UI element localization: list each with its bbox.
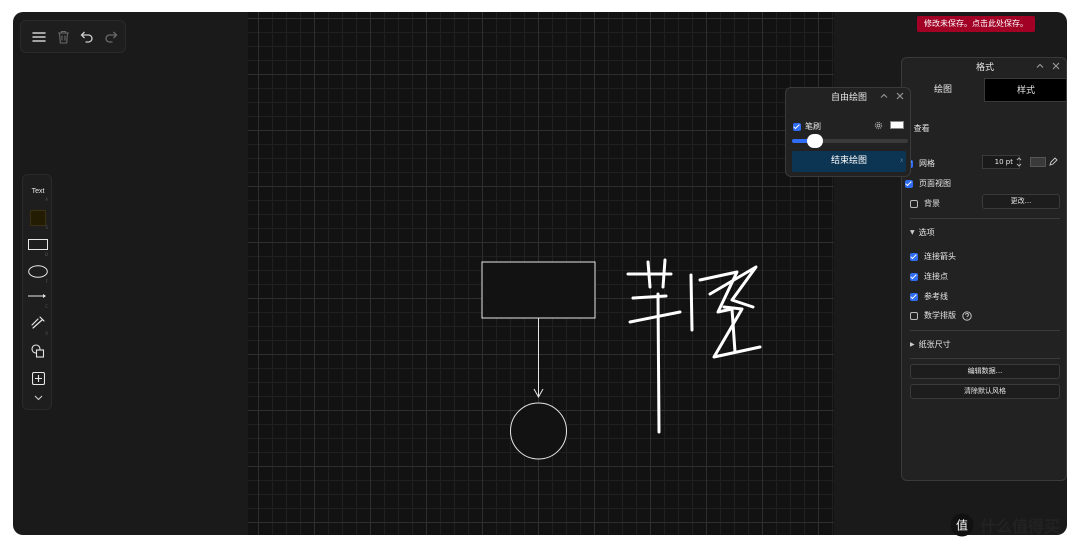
- section-paper-size-label: 纸张尺寸: [918, 340, 951, 349]
- canvas-drawing: [481, 258, 762, 460]
- swatch-tool[interactable]: [23, 209, 53, 227]
- brush-color-swatch[interactable]: [890, 121, 904, 129]
- ellipse-icon: [28, 264, 48, 278]
- clear-default-style-button[interactable]: 清除默认风格: [910, 384, 1060, 399]
- insert-icon: [31, 371, 45, 385]
- shortcut-hint: X: [900, 158, 903, 163]
- connection-arrows-option[interactable]: 连接箭头: [910, 251, 956, 262]
- drawing-canvas[interactable]: [248, 12, 834, 535]
- background-label: 背景: [924, 199, 940, 208]
- freehand-icon: [31, 316, 45, 329]
- divider: [910, 218, 1060, 219]
- section-view-label: 查看: [913, 124, 930, 133]
- pencil-icon[interactable]: [1049, 157, 1058, 166]
- grid-label: 网格: [919, 159, 935, 168]
- shortcut-hint: F: [45, 279, 48, 284]
- math-label: 数学排版: [924, 311, 956, 320]
- watermark-logo: 值: [950, 513, 974, 537]
- guides-checkbox[interactable]: [910, 292, 918, 301]
- drawio-app: Text A S D F C X 格式 绘图 样式 查看 网格 10 pt 页面…: [13, 12, 1067, 535]
- freehand-tool[interactable]: [23, 315, 53, 331]
- gear-icon[interactable]: [874, 121, 883, 130]
- end-drawing-label: 结束绘图: [830, 156, 867, 166]
- triangle-down-icon: ▼: [910, 229, 915, 236]
- shortcut-hint: C: [45, 304, 48, 309]
- line-tool[interactable]: [23, 291, 53, 301]
- text-icon: Text: [31, 187, 45, 195]
- close-icon[interactable]: [896, 92, 904, 100]
- menu-icon[interactable]: [31, 29, 47, 45]
- edit-data-button[interactable]: 编辑数据...: [910, 364, 1060, 379]
- connection-points-option[interactable]: 连接点: [910, 271, 948, 282]
- redo-icon[interactable]: [103, 29, 119, 45]
- stepper-icon[interactable]: [1016, 156, 1022, 168]
- math-option[interactable]: 数学排版: [910, 310, 972, 321]
- text-tool[interactable]: Text: [23, 185, 53, 197]
- connection-points-label: 连接点: [924, 272, 948, 281]
- format-panel: 格式 绘图 样式 ▼ 查看 网格 10 pt 页面视图 背景 更改...: [901, 57, 1067, 481]
- watermark: 值 什么值得买: [950, 512, 1060, 538]
- unsaved-changes-banner[interactable]: 修改未保存。点击此处保存。: [917, 16, 1035, 32]
- shortcut-hint: X: [45, 331, 48, 336]
- swatch-icon: [30, 210, 46, 226]
- brush-checkbox[interactable]: [793, 122, 801, 131]
- guides-option[interactable]: 参考线: [910, 291, 948, 302]
- trash-icon[interactable]: [55, 29, 71, 45]
- panel-controls: [880, 92, 904, 100]
- shapes-icon: [31, 344, 45, 358]
- more-tools[interactable]: [23, 393, 53, 403]
- close-icon[interactable]: [1052, 62, 1060, 70]
- brush-option[interactable]: 笔刷: [793, 121, 821, 132]
- panel-controls: [1036, 62, 1060, 70]
- grid-size-input[interactable]: 10 pt: [982, 155, 1020, 169]
- line-icon: [28, 294, 46, 298]
- section-options[interactable]: ▼ 选项: [910, 227, 935, 238]
- tab-style[interactable]: 样式: [984, 78, 1066, 102]
- page-view-label: 页面视图: [919, 179, 951, 188]
- chevron-down-icon: [34, 395, 42, 401]
- connection-arrows-checkbox[interactable]: [910, 252, 918, 261]
- rectangle-icon: [28, 238, 48, 250]
- connection-points-checkbox[interactable]: [910, 272, 918, 281]
- circle-shape[interactable]: [510, 402, 567, 460]
- connection-arrows-label: 连接箭头: [924, 252, 956, 261]
- shape-toolbar: Text A S D F C X: [22, 174, 52, 410]
- brush-size-slider[interactable]: [792, 134, 908, 148]
- chevron-up-icon[interactable]: [1036, 62, 1044, 70]
- shapes-tool[interactable]: [23, 343, 53, 359]
- grid-color-swatch[interactable]: [1030, 157, 1046, 167]
- chevron-up-icon[interactable]: [880, 92, 888, 100]
- freehand-panel: 自由绘图 笔刷 结束绘图 X: [785, 87, 911, 177]
- shortcut-hint: A: [45, 197, 48, 202]
- section-options-label: 选项: [918, 228, 935, 237]
- math-checkbox[interactable]: [910, 311, 918, 320]
- background-checkbox[interactable]: [910, 199, 918, 208]
- top-toolbar: [20, 20, 126, 53]
- watermark-logo-glyph: 值: [956, 518, 968, 533]
- ellipse-tool[interactable]: [23, 263, 53, 279]
- tab-diagram[interactable]: 绘图: [902, 78, 984, 102]
- brush-label: 笔刷: [805, 122, 821, 131]
- undo-icon[interactable]: [79, 29, 95, 45]
- change-background-button[interactable]: 更改...: [982, 194, 1060, 209]
- guides-label: 参考线: [924, 292, 948, 301]
- section-paper-size[interactable]: ▶ 纸张尺寸: [910, 339, 951, 350]
- rectangle-tool[interactable]: [23, 237, 53, 251]
- triangle-right-icon: ▶: [910, 341, 915, 348]
- watermark-text: 什么值得买: [980, 517, 1061, 536]
- page-view-option[interactable]: 页面视图: [905, 178, 951, 189]
- divider: [910, 358, 1060, 359]
- shortcut-hint: S: [45, 225, 48, 230]
- format-tabs: 绘图 样式: [902, 78, 1066, 102]
- shortcut-hint: D: [44, 252, 48, 257]
- background-option[interactable]: 背景: [910, 198, 940, 209]
- help-icon[interactable]: [962, 310, 972, 321]
- end-drawing-button[interactable]: 结束绘图 X: [792, 151, 906, 172]
- slider-thumb[interactable]: [807, 134, 823, 148]
- divider: [910, 330, 1060, 331]
- page-view-checkbox[interactable]: [905, 179, 913, 188]
- rectangle-shape[interactable]: [481, 261, 596, 319]
- insert-tool[interactable]: [23, 370, 53, 386]
- freehand-sketch[interactable]: [626, 258, 762, 434]
